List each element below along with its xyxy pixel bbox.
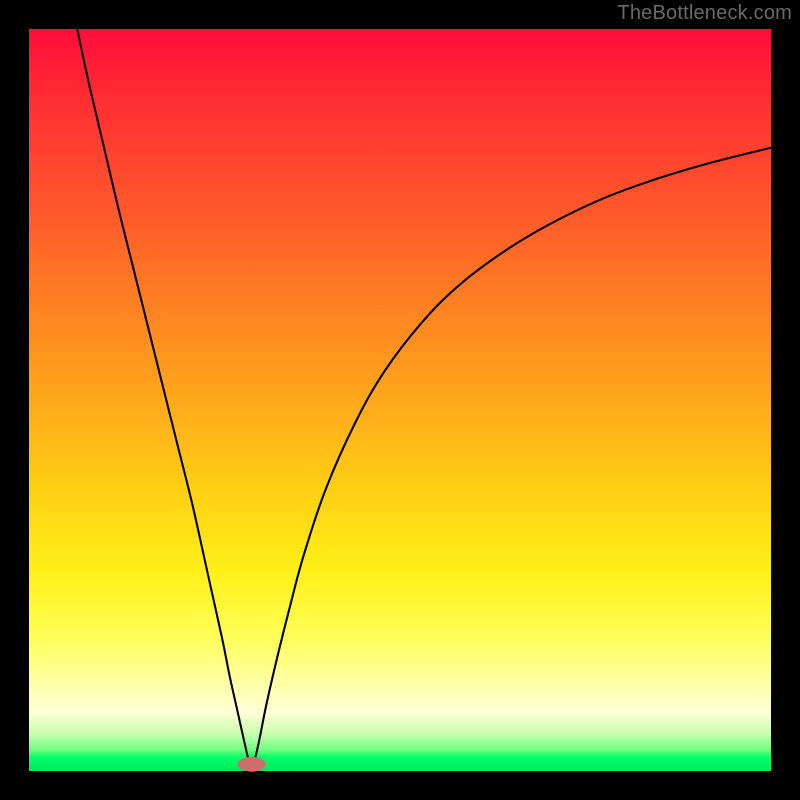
curve-right-branch — [253, 148, 771, 768]
watermark-text: TheBottleneck.com — [617, 2, 792, 25]
minimum-marker — [238, 757, 266, 772]
curve-left-branch — [77, 29, 250, 767]
plot-area — [29, 29, 771, 771]
chart-svg — [29, 29, 771, 771]
chart-frame: TheBottleneck.com — [0, 0, 800, 800]
